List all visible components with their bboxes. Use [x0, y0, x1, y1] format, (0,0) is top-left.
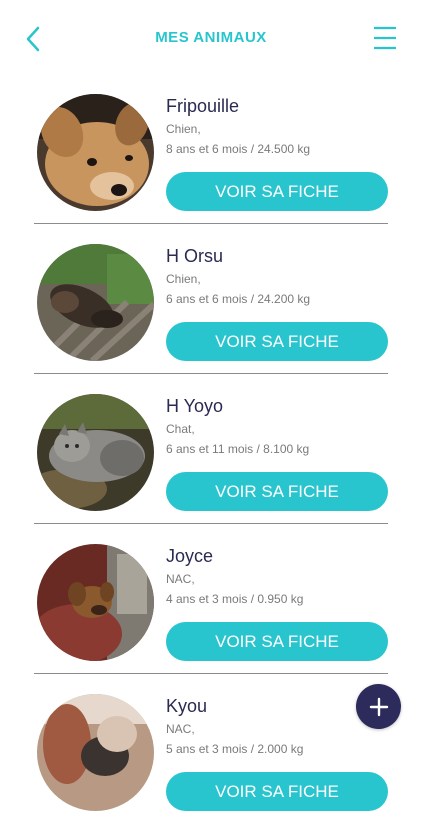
animal-card: Fripouille Chien, 8 ans et 6 mois / 24.5…: [0, 78, 422, 228]
animal-species: NAC,: [166, 572, 195, 586]
divider: [34, 523, 388, 524]
animal-age-weight: 4 ans et 3 mois / 0.950 kg: [166, 592, 304, 606]
menu-button[interactable]: [372, 24, 398, 52]
animal-card: H Orsu Chien, 6 ans et 6 mois / 24.200 k…: [0, 228, 422, 378]
plus-icon: [369, 697, 388, 716]
animal-name: Fripouille: [166, 96, 240, 116]
animal-age-weight: 5 ans et 3 mois / 2.000 kg: [166, 742, 304, 756]
animal-photo[interactable]: [37, 544, 154, 661]
view-profile-button[interactable]: VOIR SA FICHE: [166, 172, 388, 211]
animal-photo[interactable]: [37, 244, 154, 361]
animal-species: Chat,: [166, 422, 195, 436]
view-profile-button[interactable]: VOIR SA FICHE: [166, 472, 388, 511]
animal-species: NAC,: [166, 722, 195, 736]
animal-name: H Orsu: [166, 246, 224, 266]
animal-photo[interactable]: [37, 694, 154, 811]
animal-card: Joyce NAC, 4 ans et 3 mois / 0.950 kg VO…: [0, 528, 422, 678]
divider: [34, 673, 388, 674]
view-profile-button[interactable]: VOIR SA FICHE: [166, 322, 388, 361]
app-header: MES ANIMAUX: [0, 0, 422, 78]
view-profile-button[interactable]: VOIR SA FICHE: [166, 622, 388, 661]
animal-card: H Yoyo Chat, 6 ans et 11 mois / 8.100 kg…: [0, 378, 422, 528]
animal-age-weight: 6 ans et 11 mois / 8.100 kg: [166, 442, 310, 456]
animal-photo[interactable]: [37, 394, 154, 511]
page-title: MES ANIMAUX: [155, 29, 267, 46]
animal-name: H Yoyo: [166, 396, 224, 416]
animal-photo[interactable]: [37, 94, 154, 211]
animal-species: Chien,: [166, 122, 201, 136]
divider: [34, 223, 388, 224]
divider: [34, 373, 388, 374]
animal-name: Kyou: [166, 696, 208, 716]
animal-name: Joyce: [166, 546, 214, 566]
add-animal-button[interactable]: [356, 684, 401, 729]
animal-age-weight: 8 ans et 6 mois / 24.500 kg: [166, 142, 311, 156]
animal-age-weight: 6 ans et 6 mois / 24.200 kg: [166, 292, 311, 306]
hamburger-menu-icon: [374, 26, 396, 50]
view-profile-button[interactable]: VOIR SA FICHE: [166, 772, 388, 811]
animal-species: Chien,: [166, 272, 201, 286]
